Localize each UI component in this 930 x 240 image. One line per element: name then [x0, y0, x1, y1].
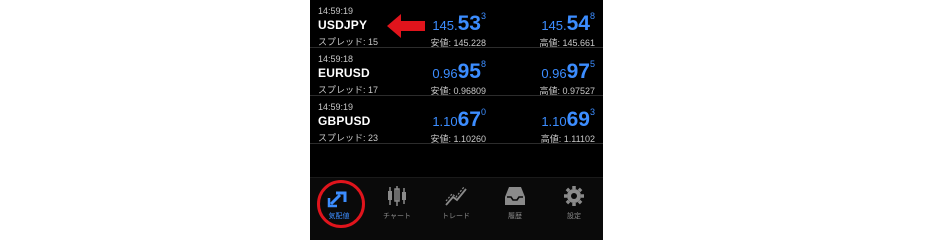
ask-price-prefix: 1.10	[541, 114, 567, 129]
bid-price[interactable]: 145.533	[432, 11, 486, 35]
ask-price-prefix: 145.	[541, 18, 567, 33]
quote-spread: スプレッド: 23	[318, 133, 379, 143]
highlight-circle	[317, 180, 365, 228]
bid-price-prefix: 0.96	[432, 66, 458, 81]
tab-label: 履歴	[508, 213, 522, 220]
high-price: 高値: 1.11102	[540, 134, 595, 144]
tab-quotes[interactable]: 気配値	[310, 178, 368, 240]
bid-price-prefix: 145.	[432, 18, 458, 33]
bid-price[interactable]: 0.96958	[432, 59, 486, 83]
bid-price-pips: 67	[457, 108, 481, 131]
bid-price-pips: 53	[457, 12, 481, 35]
tab-label: トレード	[442, 213, 470, 220]
low-price: 安値: 1.10260	[430, 134, 486, 144]
tab-trade[interactable]: トレード	[427, 178, 485, 240]
tab-label: 設定	[567, 213, 581, 220]
bid-price-fraction: 0	[480, 107, 486, 117]
bottom-tab-bar: 気配値 チャート トレード 履歴 設定	[310, 177, 603, 240]
gear-icon	[564, 186, 584, 206]
ask-price-fraction: 5	[589, 59, 595, 69]
tab-chart[interactable]: チャート	[368, 178, 426, 240]
quote-time: 14:59:18	[318, 54, 354, 64]
quote-spread: スプレッド: 15	[318, 37, 379, 47]
inbox-tray-icon	[505, 187, 525, 205]
quote-time: 14:59:19	[318, 6, 354, 16]
ask-price-prefix: 0.96	[541, 66, 567, 81]
ask-price-pips: 54	[566, 12, 590, 35]
quote-spread: スプレッド: 17	[318, 85, 379, 95]
ask-price[interactable]: 1.10693	[541, 107, 595, 131]
tab-settings[interactable]: 設定	[545, 178, 603, 240]
ask-price-fraction: 8	[589, 11, 595, 21]
quote-symbol: USDJPY	[318, 18, 368, 32]
tab-history[interactable]: 履歴	[486, 178, 544, 240]
quote-row-eurusd[interactable]: 14:59:18 EURUSD スプレッド: 17 0.96958 0.9697…	[310, 48, 603, 96]
tab-label: チャート	[383, 213, 411, 220]
ask-price-fraction: 3	[589, 107, 595, 117]
quote-time: 14:59:19	[318, 102, 354, 112]
app-screen: 14:59:19 USDJPY スプレッド: 15 145.533 145.54…	[310, 0, 603, 240]
quote-list: 14:59:19 USDJPY スプレッド: 15 145.533 145.54…	[310, 0, 603, 144]
quote-symbol: GBPUSD	[318, 114, 371, 128]
ask-price-pips: 69	[566, 108, 590, 131]
ask-price[interactable]: 0.96975	[541, 59, 595, 83]
bid-price-fraction: 8	[480, 59, 486, 69]
bid-price-prefix: 1.10	[432, 114, 458, 129]
trade-line-icon	[445, 186, 467, 206]
bid-price-fraction: 3	[480, 11, 486, 21]
candlestick-chart-icon	[388, 186, 406, 206]
quote-symbol: EURUSD	[318, 66, 370, 80]
bid-price-pips: 95	[457, 60, 481, 83]
ask-price-pips: 97	[566, 60, 590, 83]
bid-price[interactable]: 1.10670	[432, 107, 486, 131]
left-pointing-arrow-icon	[387, 14, 425, 38]
quote-row-usdjpy[interactable]: 14:59:19 USDJPY スプレッド: 15 145.533 145.54…	[310, 0, 603, 48]
quote-row-gbpusd[interactable]: 14:59:19 GBPUSD スプレッド: 23 1.10670 1.1069…	[310, 96, 603, 144]
ask-price[interactable]: 145.548	[541, 11, 595, 35]
